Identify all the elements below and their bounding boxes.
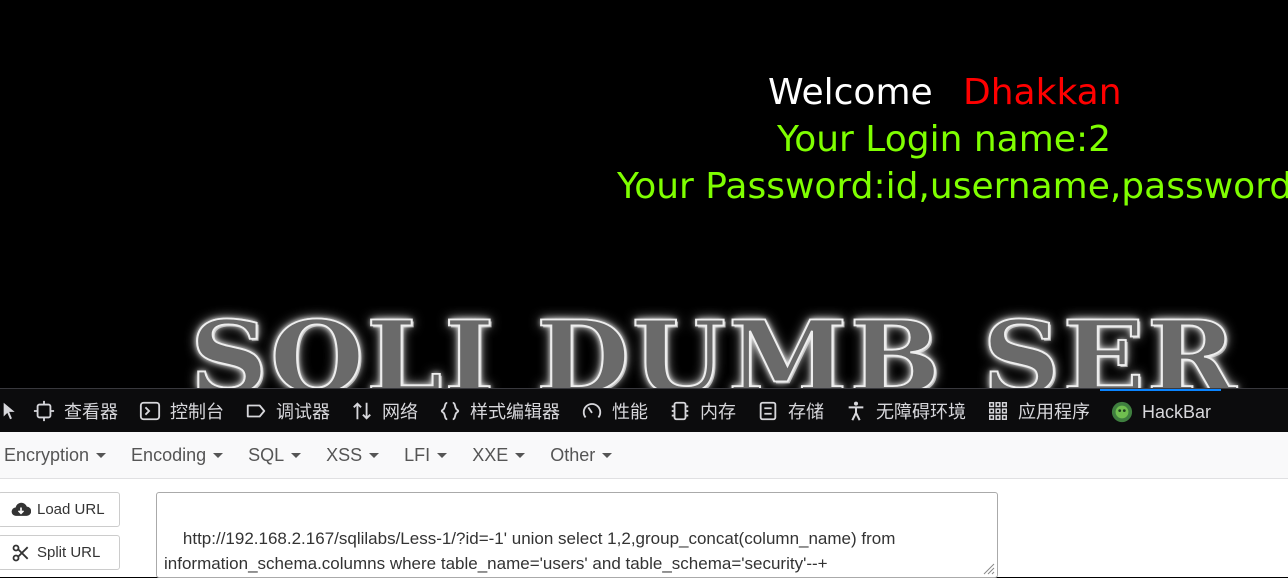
- tab-memory[interactable]: 内存: [658, 389, 746, 433]
- menu-label: Other: [550, 444, 596, 465]
- resize-grip-icon[interactable]: [981, 561, 995, 575]
- inspector-icon: [32, 399, 56, 423]
- memory-icon: [668, 399, 692, 423]
- menu-encoding[interactable]: Encoding: [127, 445, 236, 466]
- caret-down-icon: [291, 452, 302, 458]
- element-picker-button[interactable]: [0, 389, 22, 433]
- load-url-button[interactable]: Load URL: [0, 492, 120, 527]
- tab-label: HackBar: [1142, 401, 1212, 422]
- element-picker-icon: [0, 399, 22, 423]
- hackbar-icon: [1110, 400, 1134, 424]
- url-text: http://192.168.2.167/sqlilabs/Less-1/?id…: [164, 529, 901, 573]
- welcome-label: Welcome: [768, 72, 933, 113]
- tab-performance[interactable]: 性能: [570, 389, 658, 433]
- caret-down-icon: [437, 452, 448, 458]
- split-url-button[interactable]: Split URL: [0, 535, 120, 570]
- debugger-icon: [244, 399, 268, 423]
- network-icon: [350, 399, 374, 423]
- menu-xxe[interactable]: XXE: [468, 445, 538, 466]
- tab-debugger[interactable]: 调试器: [234, 389, 340, 433]
- hackbar-menu-bar: Encryption Encoding SQL XSS LFI XXE Othe…: [0, 432, 1288, 479]
- menu-label: Encoding: [131, 444, 207, 465]
- menu-xss[interactable]: XSS: [322, 445, 392, 466]
- caret-down-icon: [213, 452, 224, 458]
- tab-storage[interactable]: 存储: [746, 389, 834, 433]
- tab-application[interactable]: 应用程序: [976, 389, 1100, 433]
- menu-label: Encryption: [4, 444, 90, 465]
- caret-down-icon: [602, 452, 613, 458]
- application-icon: [986, 399, 1010, 423]
- tab-label: 查看器: [64, 402, 118, 422]
- performance-icon: [580, 399, 604, 423]
- menu-label: SQL: [248, 444, 285, 465]
- accessibility-icon: [844, 399, 868, 423]
- menu-label: LFI: [404, 444, 431, 465]
- storage-icon: [756, 399, 780, 423]
- login-name-text: Your Login name:2: [777, 119, 1111, 160]
- hackbar-panel: Load URL Split URL http://192.168.2.167/…: [0, 479, 1288, 578]
- tab-style-editor[interactable]: 样式编辑器: [428, 389, 570, 433]
- tab-label: 调试器: [276, 402, 330, 422]
- caret-down-icon: [369, 452, 380, 458]
- page-content: Welcome Dhakkan Your Login name:2 Your P…: [0, 0, 1288, 388]
- menu-label: XXE: [472, 444, 509, 465]
- tab-inspector[interactable]: 查看器: [22, 389, 128, 433]
- style-editor-icon: [438, 399, 462, 423]
- tab-label: 内存: [700, 402, 736, 422]
- password-text: Your Password:id,username,password: [617, 166, 1288, 207]
- tab-label: 无障碍环境: [876, 402, 966, 422]
- caret-down-icon: [515, 452, 526, 458]
- username-text: Dhakkan: [963, 72, 1122, 113]
- menu-label: XSS: [326, 444, 363, 465]
- tab-network[interactable]: 网络: [340, 389, 428, 433]
- tab-label: 性能: [612, 402, 648, 422]
- menu-lfi[interactable]: LFI: [400, 445, 460, 466]
- tab-label: 应用程序: [1018, 402, 1090, 422]
- split-url-label: Split URL: [37, 544, 101, 561]
- tab-label: 网络: [382, 402, 418, 422]
- tab-console[interactable]: 控制台: [128, 389, 234, 433]
- devtools-toolbar: 查看器 控制台 调试器 网络 样式编辑器 性能 内存 存储 无障碍环境 应用程序…: [0, 388, 1288, 433]
- tab-accessibility[interactable]: 无障碍环境: [834, 389, 976, 433]
- console-icon: [138, 399, 162, 423]
- tab-hackbar[interactable]: HackBar: [1100, 389, 1222, 433]
- tab-label: 控制台: [170, 402, 224, 422]
- caret-down-icon: [96, 452, 107, 458]
- url-textarea[interactable]: http://192.168.2.167/sqlilabs/Less-1/?id…: [156, 492, 998, 578]
- tab-label: 存储: [788, 402, 824, 422]
- scissors-icon: [11, 543, 31, 563]
- sqli-banner-logo: SQLI DUMB SER: [189, 299, 1238, 388]
- menu-sql[interactable]: SQL: [244, 445, 314, 466]
- cloud-download-icon: [11, 500, 31, 520]
- tab-label: 样式编辑器: [470, 402, 560, 422]
- menu-other[interactable]: Other: [546, 445, 625, 466]
- menu-encryption[interactable]: Encryption: [0, 445, 119, 466]
- load-url-label: Load URL: [37, 501, 105, 518]
